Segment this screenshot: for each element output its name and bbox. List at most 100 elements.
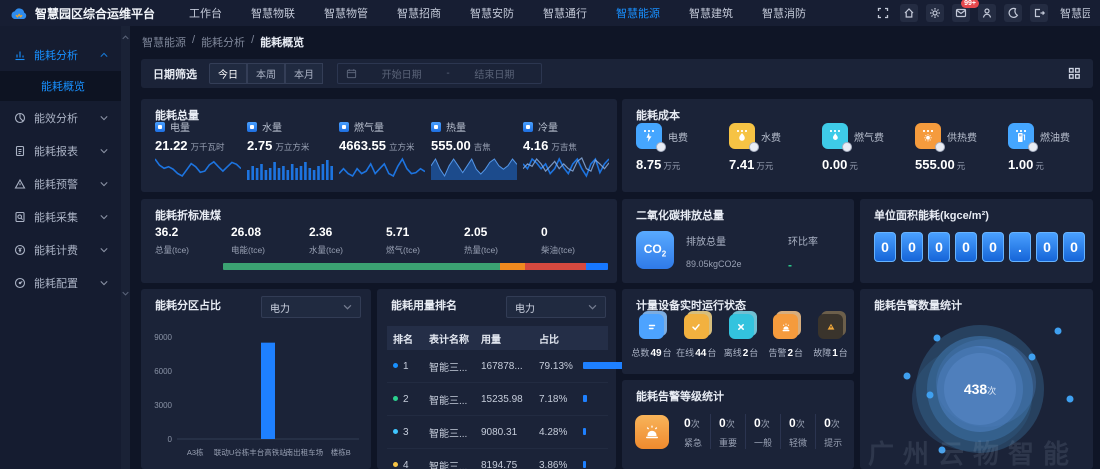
sidebar-scrollbar[interactable]	[121, 26, 130, 469]
metric-number: 555.00	[431, 138, 471, 153]
meter-name: 智能三...	[429, 359, 481, 374]
rank-number: 4	[403, 460, 409, 469]
user-name[interactable]: 智慧园	[1060, 5, 1090, 21]
level-count: 0	[684, 416, 691, 430]
fullscreen-icon[interactable]	[874, 4, 892, 22]
table-row[interactable]: 1智能三...167878...79.13%	[387, 350, 608, 383]
pump-meter-icon	[1008, 123, 1034, 149]
date-range-picker[interactable]: 开始日期 - 结束日期	[337, 63, 542, 84]
home-icon[interactable]	[900, 4, 918, 22]
mail-icon[interactable]: 99+	[952, 4, 970, 22]
flame-meter-icon	[822, 123, 848, 149]
level-count: 0	[789, 416, 796, 430]
chevron-up-icon	[100, 52, 108, 58]
alarm-bubble-chart: 438次	[860, 309, 1093, 469]
alarm-level-items: 0次紧急0次重要0次一般0次轻微0次提示	[676, 414, 850, 449]
nav-item[interactable]: 智慧招商	[397, 5, 441, 21]
sidebar-item-能耗预警[interactable]: 能耗预警	[0, 167, 130, 200]
end-date-placeholder[interactable]: 结束日期	[456, 66, 533, 81]
gear-icon[interactable]	[926, 4, 944, 22]
breadcrumb-item[interactable]: 能耗分析	[201, 34, 245, 50]
card-title: 能耗折标准煤	[155, 207, 221, 223]
breadcrumb-sep: /	[192, 34, 195, 50]
svg-text:楼栋B: 楼栋B	[331, 447, 351, 457]
siren-icon	[635, 415, 669, 449]
coal-stacked-bar	[223, 263, 608, 270]
chevron-down-icon	[100, 181, 108, 187]
sidebar-item-label: 能效分析	[34, 110, 78, 126]
chevron-down-icon	[100, 247, 108, 253]
coal-value: 26.08	[231, 225, 261, 239]
card-title: 二氧化碳排放总量	[636, 207, 724, 223]
table-row[interactable]: 2智能三...15235.987.18%	[387, 383, 608, 416]
card-title: 能耗告警等级统计	[636, 388, 724, 404]
sidebar-item-能耗分析[interactable]: 能耗分析	[0, 38, 130, 71]
logo-cloud-icon	[10, 7, 28, 20]
cost-item: 供热费555.00元	[915, 123, 1007, 172]
coal-value: 0	[541, 225, 548, 239]
sidebar-item-能耗报表[interactable]: 能耗报表	[0, 134, 130, 167]
breadcrumb: 智慧能源/ 能耗分析/ 能耗概览	[142, 34, 304, 50]
sidebar-item-能效分析[interactable]: 能效分析	[0, 101, 130, 134]
cold-icon	[523, 122, 533, 132]
date-quick-button[interactable]: 本周	[247, 63, 285, 84]
percent-bar-cell	[583, 427, 602, 438]
cost-number: 8.75	[636, 157, 661, 172]
energy-type-select[interactable]: 电力	[261, 296, 361, 318]
calendar-icon	[346, 68, 357, 79]
table-row[interactable]: 4智能三...8194.753.86%	[387, 449, 608, 469]
percent-bar	[583, 461, 586, 468]
coal-column: 0柴油(tce)	[541, 223, 575, 256]
app-title: 智慧园区综合运维平台	[35, 5, 155, 22]
cost-label: 供热费	[947, 129, 977, 144]
metric-value: 21.22万千瓦时	[155, 138, 245, 153]
layout-grid-icon[interactable]	[1068, 67, 1081, 80]
user-icon[interactable]	[978, 4, 996, 22]
date-separator: -	[446, 68, 449, 79]
nav-item[interactable]: 智慧物联	[251, 5, 295, 21]
date-quick-button[interactable]: 本月	[285, 63, 323, 84]
start-date-placeholder[interactable]: 开始日期	[363, 66, 440, 81]
nav-item[interactable]: 智慧能源	[616, 5, 660, 21]
chevron-down-icon	[343, 304, 352, 310]
scroll-down-icon[interactable]	[121, 288, 130, 298]
nav-item[interactable]: 工作台	[189, 5, 222, 21]
table-row[interactable]: 3智能三...9080.314.28%	[387, 416, 608, 449]
sidebar-item-能耗采集[interactable]: 能耗采集	[0, 200, 130, 233]
chevron-down-icon	[588, 304, 597, 310]
nav-item[interactable]: 智慧物管	[324, 5, 368, 21]
co2-value: 89.05	[686, 259, 709, 269]
chevron-down-icon	[100, 280, 108, 286]
coal-bar-segment	[500, 263, 525, 270]
billing-icon	[14, 244, 26, 256]
nav-item[interactable]: 智慧建筑	[689, 5, 733, 21]
sidebar-item-能耗配置[interactable]: 能耗配置	[0, 266, 130, 299]
rank-number: 2	[403, 394, 409, 405]
report-icon	[14, 145, 26, 157]
nav-item[interactable]: 智慧安防	[470, 5, 514, 21]
metric-unit: 万千瓦时	[191, 142, 225, 152]
usage-value: 9080.31	[481, 427, 539, 438]
metric-number: 4.16	[523, 138, 548, 153]
coal-value: 2.05	[464, 225, 487, 239]
date-quick-button[interactable]: 今日	[209, 63, 247, 84]
nav-item[interactable]: 智慧通行	[543, 5, 587, 21]
gas-icon	[339, 122, 349, 132]
sidebar-subitem-能耗概览[interactable]: 能耗概览	[0, 71, 130, 101]
exit-icon[interactable]	[1030, 4, 1048, 22]
离线-device-icon	[729, 314, 754, 339]
svg-text:0: 0	[168, 435, 173, 444]
energy-type-select[interactable]: 电力	[506, 296, 606, 318]
breadcrumb-item[interactable]: 智慧能源	[142, 34, 186, 50]
sidebar-item-能耗计费[interactable]: 能耗计费	[0, 233, 130, 266]
date-filter-bar: 日期筛选 今日本周本月 开始日期 - 结束日期	[141, 59, 1093, 88]
co2-ratio-label: 环比率	[788, 233, 818, 248]
meter-name: 智能三...	[429, 392, 481, 407]
card-title: 能耗分区占比	[155, 297, 221, 313]
rank-cell: 1	[393, 361, 429, 372]
coal-column: 2.36水量(tce)	[309, 223, 343, 256]
nav-item[interactable]: 智慧消防	[762, 5, 806, 21]
moon-icon[interactable]	[1004, 4, 1022, 22]
scroll-up-icon[interactable]	[121, 32, 130, 42]
flip-digit: 0	[901, 232, 923, 262]
